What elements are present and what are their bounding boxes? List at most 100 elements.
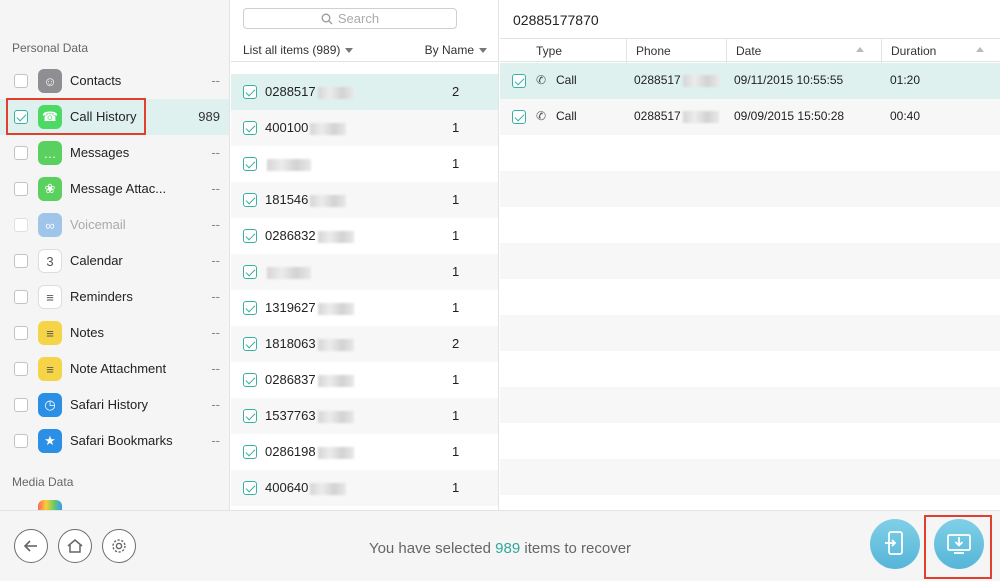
call-count: 1: [452, 372, 460, 387]
media-data-heading: Media Data: [12, 475, 74, 489]
row-checkbox[interactable]: [243, 481, 257, 495]
sidebar-item-label: Messages: [70, 145, 130, 160]
redacted-digits: [310, 482, 347, 495]
number-list-row[interactable]: 1: [231, 254, 498, 290]
phone-number: 0286837: [265, 372, 354, 387]
category-checkbox[interactable]: [14, 434, 28, 448]
redacted-digits: [317, 374, 354, 387]
number-list-row[interactable]: 1537763 1: [231, 398, 498, 434]
row-checkbox[interactable]: [243, 157, 257, 171]
sidebar-item[interactable]: ≡ Note Attachment --: [0, 351, 229, 387]
redacted-digits: [317, 446, 354, 459]
number-list-row[interactable]: 181546 1: [231, 182, 498, 218]
recover-to-device-button[interactable]: [870, 519, 920, 569]
redacted-digits: [267, 266, 311, 279]
category-checkbox[interactable]: [14, 362, 28, 376]
call-record-row[interactable]: ✆ Call 0288517 09/09/2015 15:50:28 00:40: [500, 99, 1000, 135]
number-list-row[interactable]: 0286837 1: [231, 362, 498, 398]
sidebar-item[interactable]: 3 Calendar --: [0, 243, 229, 279]
phone-number: 400100: [265, 120, 347, 135]
sidebar-item[interactable]: ◷ Safari History --: [0, 387, 229, 423]
photos-icon: [38, 500, 62, 510]
sort-by-dropdown[interactable]: By Name: [425, 43, 487, 57]
category-checkbox[interactable]: [14, 326, 28, 340]
category-checkbox[interactable]: [14, 254, 28, 268]
column-divider: [881, 39, 882, 63]
sidebar-item[interactable]: ★ Safari Bookmarks --: [0, 423, 229, 459]
search-input[interactable]: Search: [243, 8, 457, 29]
sidebar-item-count: --: [211, 289, 220, 304]
column-divider: [726, 39, 727, 63]
call-record-row[interactable]: ✆ Call 0288517 09/11/2015 10:55:55 01:20: [500, 63, 1000, 99]
category-checkbox[interactable]: [14, 74, 28, 88]
category-checkbox[interactable]: [14, 146, 28, 160]
row-checkbox[interactable]: [243, 301, 257, 315]
number-list-row[interactable]: 0286198 1: [231, 434, 498, 470]
call-duration: 00:40: [890, 109, 921, 123]
row-checkbox[interactable]: [243, 337, 257, 351]
category-checkbox[interactable]: [14, 290, 28, 304]
row-checkbox[interactable]: [243, 409, 257, 423]
status-suffix: items to recover: [520, 540, 632, 557]
voicemail-icon: ∞: [38, 213, 62, 237]
sidebar-item-count: --: [211, 325, 220, 340]
empty-row: [500, 315, 1000, 351]
category-checkbox[interactable]: [14, 398, 28, 412]
note-attachment-icon: ≡: [38, 357, 62, 381]
column-date[interactable]: Date: [736, 39, 761, 63]
column-phone[interactable]: Phone: [636, 39, 671, 63]
detail-table-header: Type Phone Date Duration: [500, 38, 1000, 63]
list-header: List all items (989) By Name: [231, 38, 498, 62]
call-count: 1: [452, 408, 460, 423]
sidebar-item[interactable]: ≡ Notes --: [0, 315, 229, 351]
number-list-row[interactable]: 400640 1: [231, 470, 498, 506]
phone-number: 181546: [265, 192, 347, 207]
phone-number: 1818063: [265, 336, 354, 351]
sidebar-item-count: --: [211, 397, 220, 412]
sidebar: Personal Data ☺ Contacts -- ☎ Call History 98…: [0, 0, 230, 510]
row-checkbox[interactable]: [243, 373, 257, 387]
sort-ascending-icon: [976, 47, 984, 52]
list-all-items-dropdown[interactable]: List all items (989): [243, 43, 354, 57]
phone-number-text: 0286832: [265, 228, 316, 243]
row-checkbox[interactable]: [243, 265, 257, 279]
phone-number-text: 1818063: [265, 336, 316, 351]
number-list-row[interactable]: 0288517 2: [231, 74, 498, 110]
number-list-row[interactable]: 1319627 1: [231, 290, 498, 326]
empty-row: [500, 351, 1000, 387]
category-checkbox: [14, 218, 28, 232]
column-type[interactable]: Type: [536, 39, 562, 63]
sidebar-item-count: --: [211, 73, 220, 88]
safari-bookmarks-icon: ★: [38, 429, 62, 453]
phone-number: 1319627: [265, 300, 354, 315]
reminders-icon: ≡: [38, 285, 62, 309]
sidebar-item[interactable]: ❀ Message Attac... --: [0, 171, 229, 207]
row-checkbox[interactable]: [243, 445, 257, 459]
row-checkbox[interactable]: [512, 110, 526, 124]
number-list-row[interactable]: 0286832 1: [231, 218, 498, 254]
sidebar-item-count: 989: [198, 109, 220, 124]
row-checkbox[interactable]: [243, 121, 257, 135]
column-duration[interactable]: Duration: [891, 39, 936, 63]
redacted-digits: [310, 122, 347, 135]
phone-number: [265, 264, 311, 279]
sidebar-item-label: Message Attac...: [70, 181, 167, 196]
row-checkbox[interactable]: [243, 229, 257, 243]
row-checkbox[interactable]: [243, 193, 257, 207]
category-checkbox[interactable]: [14, 182, 28, 196]
outgoing-call-icon: ✆: [536, 73, 547, 87]
sidebar-item[interactable]: ☺ Contacts --: [0, 63, 229, 99]
empty-row: [500, 207, 1000, 243]
number-list-row[interactable]: 400100 1: [231, 110, 498, 146]
row-checkbox[interactable]: [512, 74, 526, 88]
number-list-row[interactable]: 1: [231, 146, 498, 182]
row-checkbox[interactable]: [243, 85, 257, 99]
app-window: Personal Data ☺ Contacts -- ☎ Call History 98…: [0, 0, 1000, 581]
call-count: 1: [452, 444, 460, 459]
sidebar-item[interactable]: ≡ Reminders --: [0, 279, 229, 315]
messages-icon: …: [38, 141, 62, 165]
number-list-row[interactable]: 1818063 2: [231, 326, 498, 362]
selected-count: 989: [495, 540, 521, 557]
sidebar-item[interactable]: … Messages --: [0, 135, 229, 171]
sidebar-item[interactable]: ∞ Voicemail --: [0, 207, 229, 243]
